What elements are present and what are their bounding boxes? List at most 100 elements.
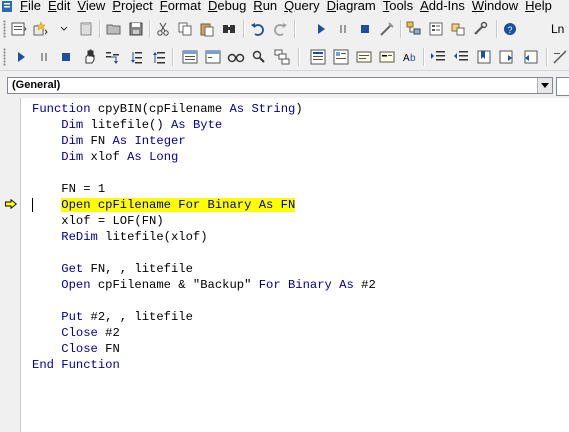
cut-icon[interactable] [153,19,173,39]
code-line[interactable]: Close #2 [32,325,376,341]
toggle-bookmark-icon[interactable] [474,47,494,67]
menu-diagram[interactable]: Diagram [327,0,376,13]
project-explorer-icon[interactable] [404,19,424,39]
break-icon-2[interactable] [34,47,54,67]
code-token: #2 [353,278,376,292]
code-line[interactable]: xlof = LOF(FN) [32,213,376,229]
toolbar-grip-2[interactable] [3,48,6,66]
code-editor[interactable]: Function cpyBIN(cpFilename As String) Di… [0,98,569,432]
help-icon[interactable]: ? [500,19,520,39]
step-over-icon[interactable] [126,47,146,67]
break-icon[interactable] [333,19,353,39]
menu-bar: File Edit View Project Format Debug Run Query Di… [0,0,569,14]
code-token: FN [97,342,120,356]
second-combo-edge[interactable] [556,77,569,96]
next-bookmark-icon[interactable] [497,47,517,67]
code-token: FN [83,134,113,148]
code-line[interactable] [32,165,376,181]
code-keyword: As [127,150,142,164]
run-icon-2[interactable] [11,47,31,67]
quick-info-icon[interactable] [354,47,374,67]
indent-icon[interactable] [428,47,448,67]
code-keyword: As [112,134,128,148]
view-excel-icon[interactable] [9,19,29,39]
code-line[interactable]: Function cpyBIN(cpFilename As String) [32,101,376,117]
app-icon [2,1,12,12]
code-token: #2, , litefile [83,310,193,324]
menu-edit[interactable]: Edit [48,0,70,13]
undo-icon[interactable] [248,19,268,39]
properties-icon[interactable] [426,19,446,39]
call-stack-icon[interactable] [272,47,292,67]
code-line[interactable]: Dim FN As Integer [32,133,376,149]
code-line[interactable]: Open cpFilename For Binary As FN [32,197,376,213]
code-keyword: Dim [32,134,84,148]
menu-query[interactable]: Query [284,0,319,13]
code-keyword: Dim [32,118,84,132]
code-line[interactable]: Close FN [32,341,376,357]
menu-run[interactable]: Run [253,0,277,13]
margin-indicator-bar[interactable] [0,98,21,432]
object-browser-icon[interactable] [448,19,468,39]
step-into-icon[interactable] [103,47,123,67]
reset-icon[interactable] [355,19,375,39]
procedure-combo[interactable]: (General) [7,77,553,94]
quick-watch-icon[interactable] [249,47,269,67]
run-icon[interactable] [311,19,331,39]
toggle-breakpoint-icon[interactable] [80,47,100,67]
complete-word-icon[interactable]: Ab [400,47,420,67]
list-properties-icon[interactable] [308,47,328,67]
menu-help[interactable]: Help [525,0,552,13]
menu-window[interactable]: Window [472,0,518,13]
menu-file[interactable]: File [20,0,41,13]
code-text[interactable]: Function cpyBIN(cpFilename As String) Di… [32,101,376,373]
previous-bookmark-icon[interactable] [520,47,540,67]
insert-dropdown-icon[interactable] [54,19,74,39]
code-line[interactable]: Dim xlof As Long [32,149,376,165]
code-line[interactable]: Open cpFilename & "Backup" For Binary As… [32,277,376,293]
design-mode-icon[interactable] [377,19,397,39]
save-icon[interactable] [126,19,146,39]
code-line[interactable]: Put #2, , litefile [32,309,376,325]
open-icon[interactable] [104,19,124,39]
paste-icon[interactable] [76,19,96,39]
code-token: litefile(xlof) [97,230,208,244]
find-icon[interactable] [219,19,239,39]
menu-debug[interactable]: Debug [208,0,246,13]
code-keyword: For Binary As [258,278,354,292]
outdent-icon[interactable] [451,47,471,67]
menu-format[interactable]: Format [160,0,201,13]
code-line[interactable]: Dim litefile() As Byte [32,117,376,133]
toolbox-icon[interactable] [470,19,490,39]
code-line[interactable]: FN = 1 [32,181,376,197]
copy-icon[interactable] [175,19,195,39]
list-constants-icon[interactable] [331,47,351,67]
comment-block-icon[interactable] [550,47,569,67]
code-keyword: Long [149,150,179,164]
code-token: FN, , litefile [83,262,193,276]
parameter-info-icon[interactable] [377,47,397,67]
menu-tools[interactable]: Tools [383,0,413,13]
insert-module-icon[interactable] [30,19,50,39]
watch-window-icon[interactable] [226,47,246,67]
menu-addins[interactable]: Add-Ins [420,0,465,13]
code-keyword: Byte [192,118,223,132]
menu-view[interactable]: View [77,0,105,13]
code-line[interactable]: Get FN, , litefile [32,261,376,277]
immediate-window-icon[interactable] [203,47,223,67]
locals-window-icon[interactable] [180,47,200,67]
paste2-icon[interactable] [197,19,217,39]
reset-icon-2[interactable] [56,47,76,67]
code-line[interactable] [32,245,376,261]
toolbar-grip[interactable] [3,20,6,38]
redo-icon[interactable] [270,19,290,39]
code-keyword: Dim [32,150,84,164]
menu-project[interactable]: Project [112,0,152,13]
code-line[interactable]: ReDim litefile(xlof) [32,229,376,245]
code-line[interactable] [32,293,376,309]
step-out-icon[interactable] [149,47,169,67]
code-line[interactable]: End Function [32,357,376,373]
chevron-down-icon[interactable] [537,78,552,93]
